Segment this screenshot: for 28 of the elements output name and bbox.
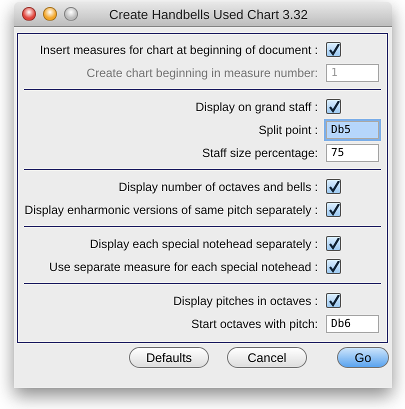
push-button[interactable]: Cancel: [227, 347, 307, 368]
checkbox[interactable]: [326, 236, 341, 251]
option-label: Display pitches in octaves :: [173, 294, 318, 308]
option-label: Display number of octaves and bells :: [118, 180, 318, 194]
option-label: Display each special notehead separately :: [90, 236, 318, 250]
option-label: Start octaves with pitch:: [191, 316, 318, 330]
close-button[interactable]: [22, 7, 36, 21]
option-label: Staff size percentage:: [202, 146, 318, 160]
option-label: Use separate measure for each special notehead :: [49, 260, 318, 274]
text-field[interactable]: 75: [326, 144, 379, 162]
window-title: Create Handbells Used Chart 3.32: [108, 6, 309, 22]
zoom-button[interactable]: [64, 7, 78, 21]
text-field[interactable]: Db5: [326, 120, 379, 138]
checkbox[interactable]: [326, 202, 341, 217]
option-label: Display on grand staff :: [195, 100, 318, 114]
minimize-button[interactable]: [43, 7, 57, 21]
option-label: Split point :: [258, 122, 318, 136]
push-button[interactable]: Defaults: [129, 347, 209, 368]
checkbox[interactable]: [326, 293, 341, 308]
option-label: Insert measures for chart at beginning of document :: [40, 42, 318, 56]
push-button[interactable]: Go: [337, 347, 389, 368]
text-field[interactable]: Db6: [326, 314, 379, 332]
checkbox[interactable]: [326, 99, 341, 114]
option-label: Create chart beginning in measure number:: [86, 66, 318, 80]
checkbox[interactable]: [326, 42, 341, 57]
checkbox[interactable]: [326, 259, 341, 274]
checkbox[interactable]: [326, 179, 341, 194]
option-label: Display enharmonic versions of same pitch separately :: [24, 202, 318, 216]
